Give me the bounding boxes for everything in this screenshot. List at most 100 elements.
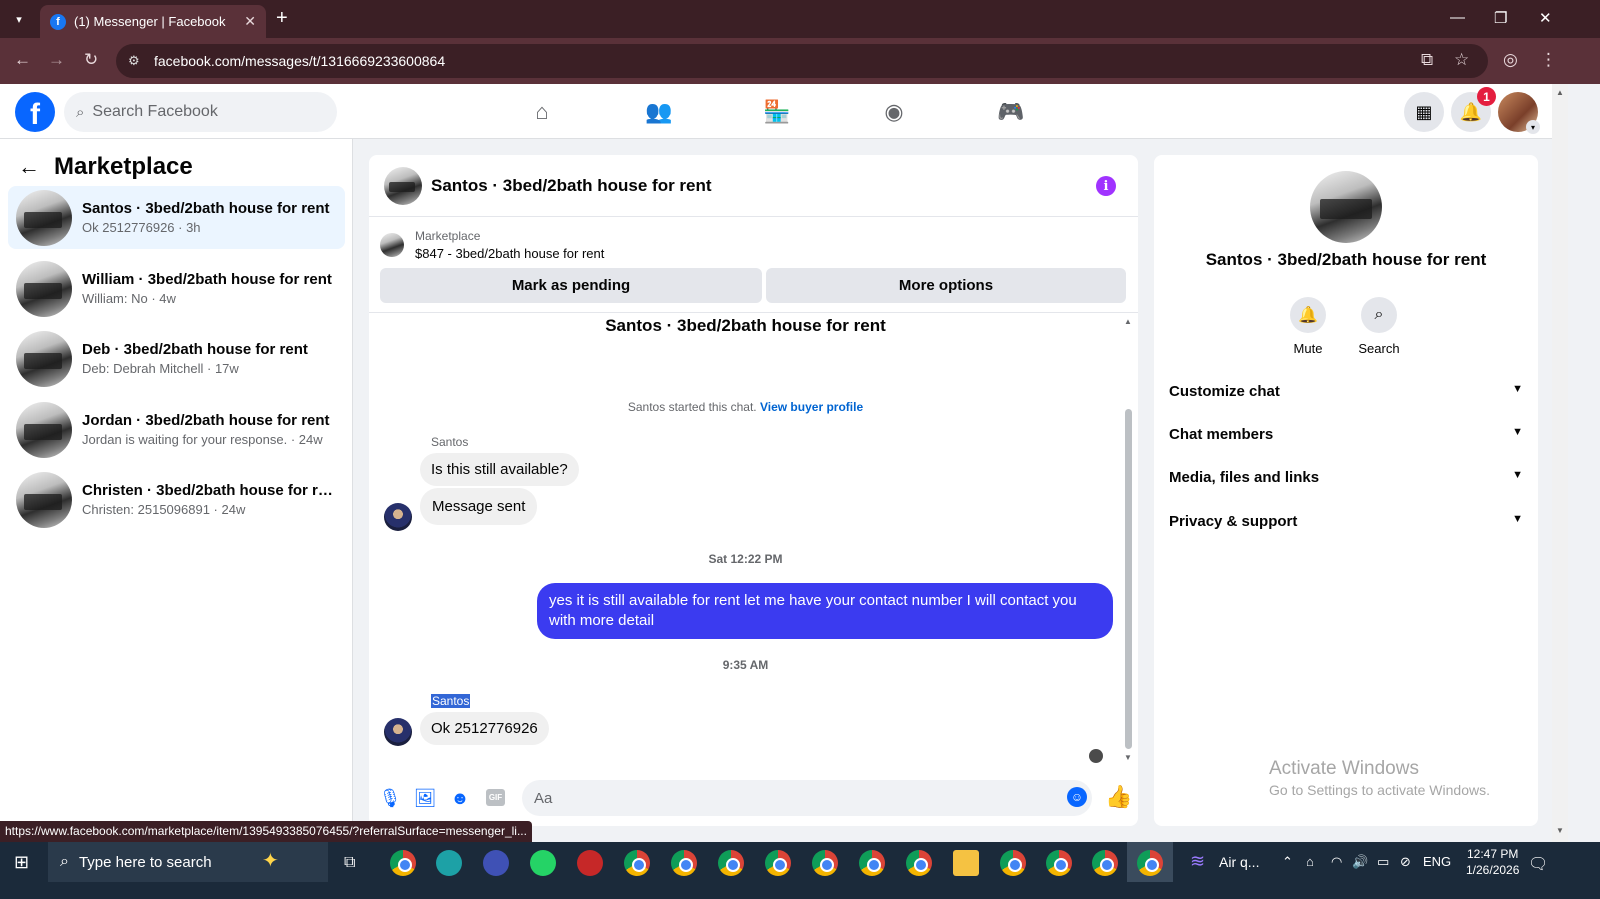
chrome-icon[interactable] bbox=[1046, 850, 1072, 876]
message-scrollbar[interactable]: ▲ ▼ bbox=[1122, 317, 1134, 767]
chrome-icon[interactable] bbox=[765, 850, 791, 876]
menu-grid-icon[interactable]: ▦ bbox=[1404, 92, 1444, 132]
scrollbar-thumb[interactable] bbox=[1125, 409, 1132, 749]
new-tab-plus-icon[interactable]: + bbox=[276, 8, 288, 28]
chrome-icon[interactable] bbox=[1000, 850, 1026, 876]
notification-center-icon[interactable]: 🗨 bbox=[1528, 854, 1548, 874]
info-icon[interactable]: i bbox=[1096, 176, 1116, 196]
close-tab-icon[interactable]: ✕ bbox=[244, 13, 256, 30]
thumbs-up-icon[interactable]: 👍 bbox=[1105, 784, 1132, 810]
tab-search-chevron-icon[interactable]: ▾ bbox=[6, 7, 32, 31]
chat-members-section[interactable]: Chat members ▼ bbox=[1169, 426, 1523, 443]
page-scrollbar[interactable]: ▲ ▼ bbox=[1552, 84, 1568, 842]
outgoing-message[interactable]: yes it is still available for rent let m… bbox=[537, 583, 1113, 639]
edge-icon[interactable] bbox=[436, 850, 462, 876]
whatsapp-icon[interactable] bbox=[530, 850, 556, 876]
back-arrow-icon[interactable]: ← bbox=[14, 50, 31, 70]
chat-header-name[interactable]: Santos · 3bed/2bath house for rent bbox=[431, 176, 712, 196]
windows-start-icon[interactable]: ⊞ bbox=[14, 852, 34, 872]
browser-tab[interactable]: f (1) Messenger | Facebook ✕ bbox=[40, 5, 266, 38]
app-icon[interactable] bbox=[577, 850, 603, 876]
chrome-icon[interactable] bbox=[906, 850, 932, 876]
install-app-icon[interactable]: ⧉ bbox=[1421, 50, 1433, 70]
emoji-icon[interactable]: ☺ bbox=[1067, 787, 1087, 807]
system-clock[interactable]: 12:47 PM 1/26/2026 bbox=[1466, 846, 1519, 878]
back-arrow-icon[interactable]: ← bbox=[18, 154, 40, 180]
scroll-up-arrow-icon[interactable]: ▲ bbox=[1124, 317, 1132, 326]
gaming-icon[interactable]: 🎮 bbox=[997, 98, 1025, 126]
home-icon[interactable]: ⌂ bbox=[528, 98, 556, 126]
incoming-message[interactable]: Ok 2512776926 bbox=[420, 712, 549, 745]
message-input[interactable]: Aa bbox=[522, 780, 1092, 816]
conversation-item[interactable]: Santos · 3bed/2bath house for rent Ok 251… bbox=[8, 186, 345, 249]
wifi-icon[interactable]: ◠ bbox=[1331, 854, 1342, 870]
battery-icon[interactable]: ▭ bbox=[1377, 854, 1389, 870]
taskbar-search-box[interactable]: ⌕ Type here to search ✦ bbox=[48, 842, 328, 882]
forward-arrow-icon[interactable]: → bbox=[48, 50, 65, 70]
listing-thumbnail[interactable] bbox=[384, 166, 422, 205]
sticker-icon[interactable]: ☻ bbox=[449, 787, 471, 809]
chrome-icon[interactable] bbox=[390, 850, 416, 876]
incoming-message[interactable]: Is this still available? bbox=[420, 453, 579, 486]
divider bbox=[369, 312, 1138, 313]
site-info-icon[interactable]: ⚙ bbox=[128, 53, 144, 69]
gif-icon[interactable]: GIF bbox=[486, 789, 505, 806]
scroll-down-arrow-icon[interactable]: ▼ bbox=[1124, 753, 1132, 762]
customize-chat-section[interactable]: Customize chat ▼ bbox=[1169, 383, 1523, 400]
conversation-item[interactable]: Christen · 3bed/2bath house for re... Chr… bbox=[8, 468, 345, 531]
weather-label[interactable]: Air q... bbox=[1219, 854, 1259, 870]
chrome-icon[interactable] bbox=[812, 850, 838, 876]
search-in-chat-button[interactable]: ⌕ Search bbox=[1349, 297, 1409, 356]
chrome-icon[interactable] bbox=[718, 850, 744, 876]
friends-icon[interactable]: 👥 bbox=[645, 98, 673, 126]
conversation-item[interactable]: Deb · 3bed/2bath house for rent Deb: Debr… bbox=[8, 327, 345, 390]
attach-photo-icon[interactable]: 🖼 bbox=[414, 787, 437, 809]
chrome-icon[interactable] bbox=[1092, 850, 1118, 876]
facebook-logo-icon[interactable]: f bbox=[15, 92, 55, 132]
scroll-up-arrow-icon[interactable]: ▲ bbox=[1556, 88, 1564, 97]
chrome-icon[interactable] bbox=[624, 850, 650, 876]
privacy-support-section[interactable]: Privacy & support ▼ bbox=[1169, 513, 1523, 530]
device-icon[interactable]: ⌂ bbox=[1306, 854, 1314, 869]
windows-taskbar: ⊞ ⌕ Type here to search ✦ ⧉ ≋ Air q... ⌃… bbox=[0, 842, 1600, 899]
chevron-up-icon[interactable]: ⌃ bbox=[1282, 854, 1293, 870]
listing-thumbnail[interactable] bbox=[1310, 171, 1382, 243]
minimize-icon[interactable]: — bbox=[1450, 9, 1465, 26]
mark-as-pending-button[interactable]: Mark as pending bbox=[380, 268, 762, 303]
facebook-search-input[interactable]: ⌕ Search Facebook bbox=[64, 92, 337, 132]
marketplace-listing-banner[interactable]: Marketplace $847 - 3bed/2bath house for … bbox=[380, 229, 604, 261]
sender-avatar[interactable] bbox=[384, 503, 412, 531]
mute-button[interactable]: 🔔 Mute bbox=[1278, 297, 1338, 356]
weather-icon[interactable]: ≋ bbox=[1190, 851, 1205, 872]
app-icon[interactable] bbox=[483, 850, 509, 876]
chrome-icon[interactable] bbox=[1137, 850, 1163, 876]
task-view-icon[interactable]: ⧉ bbox=[344, 854, 355, 872]
media-files-links-section[interactable]: Media, files and links ▼ bbox=[1169, 469, 1523, 486]
conversation-item[interactable]: William · 3bed/2bath house for rent Willi… bbox=[8, 257, 345, 320]
account-avatar[interactable]: ▾ bbox=[1498, 92, 1540, 134]
scroll-down-arrow-icon[interactable]: ▼ bbox=[1556, 826, 1564, 835]
chrome-icon[interactable] bbox=[671, 850, 697, 876]
language-indicator[interactable]: ENG bbox=[1423, 854, 1451, 869]
microphone-icon[interactable]: 🎙 bbox=[379, 787, 402, 809]
browser-menu-icon[interactable]: ⋮ bbox=[1540, 50, 1557, 70]
marketplace-chat-list: ← Marketplace Santos · 3bed/2bath house … bbox=[0, 139, 353, 842]
groups-icon[interactable]: ◉ bbox=[880, 98, 908, 126]
view-buyer-profile-link[interactable]: View buyer profile bbox=[760, 400, 863, 414]
conversation-item[interactable]: Jordan · 3bed/2bath house for rent Jordan… bbox=[8, 398, 345, 461]
address-bar[interactable]: ⚙ facebook.com/messages/t/13166692336008… bbox=[116, 44, 1488, 78]
file-explorer-icon[interactable] bbox=[953, 850, 979, 876]
chrome-icon[interactable] bbox=[859, 850, 885, 876]
reload-icon[interactable]: ↻ bbox=[84, 50, 98, 70]
profile-account-icon[interactable]: ◎ bbox=[1503, 50, 1518, 70]
volume-icon[interactable]: 🔊 bbox=[1352, 854, 1368, 870]
more-options-button[interactable]: More options bbox=[766, 268, 1126, 303]
sender-avatar[interactable] bbox=[384, 718, 412, 746]
network-icon[interactable]: ⊘ bbox=[1400, 854, 1411, 870]
incoming-message[interactable]: Message sent bbox=[420, 488, 538, 525]
conversation-snippet: Jordan is waiting for your response. · 2… bbox=[82, 432, 323, 447]
bookmark-star-icon[interactable]: ☆ bbox=[1454, 50, 1469, 70]
close-window-icon[interactable]: ✕ bbox=[1539, 9, 1552, 27]
marketplace-icon[interactable]: 🏪 bbox=[763, 98, 791, 126]
restore-window-icon[interactable]: ❐ bbox=[1494, 9, 1507, 27]
